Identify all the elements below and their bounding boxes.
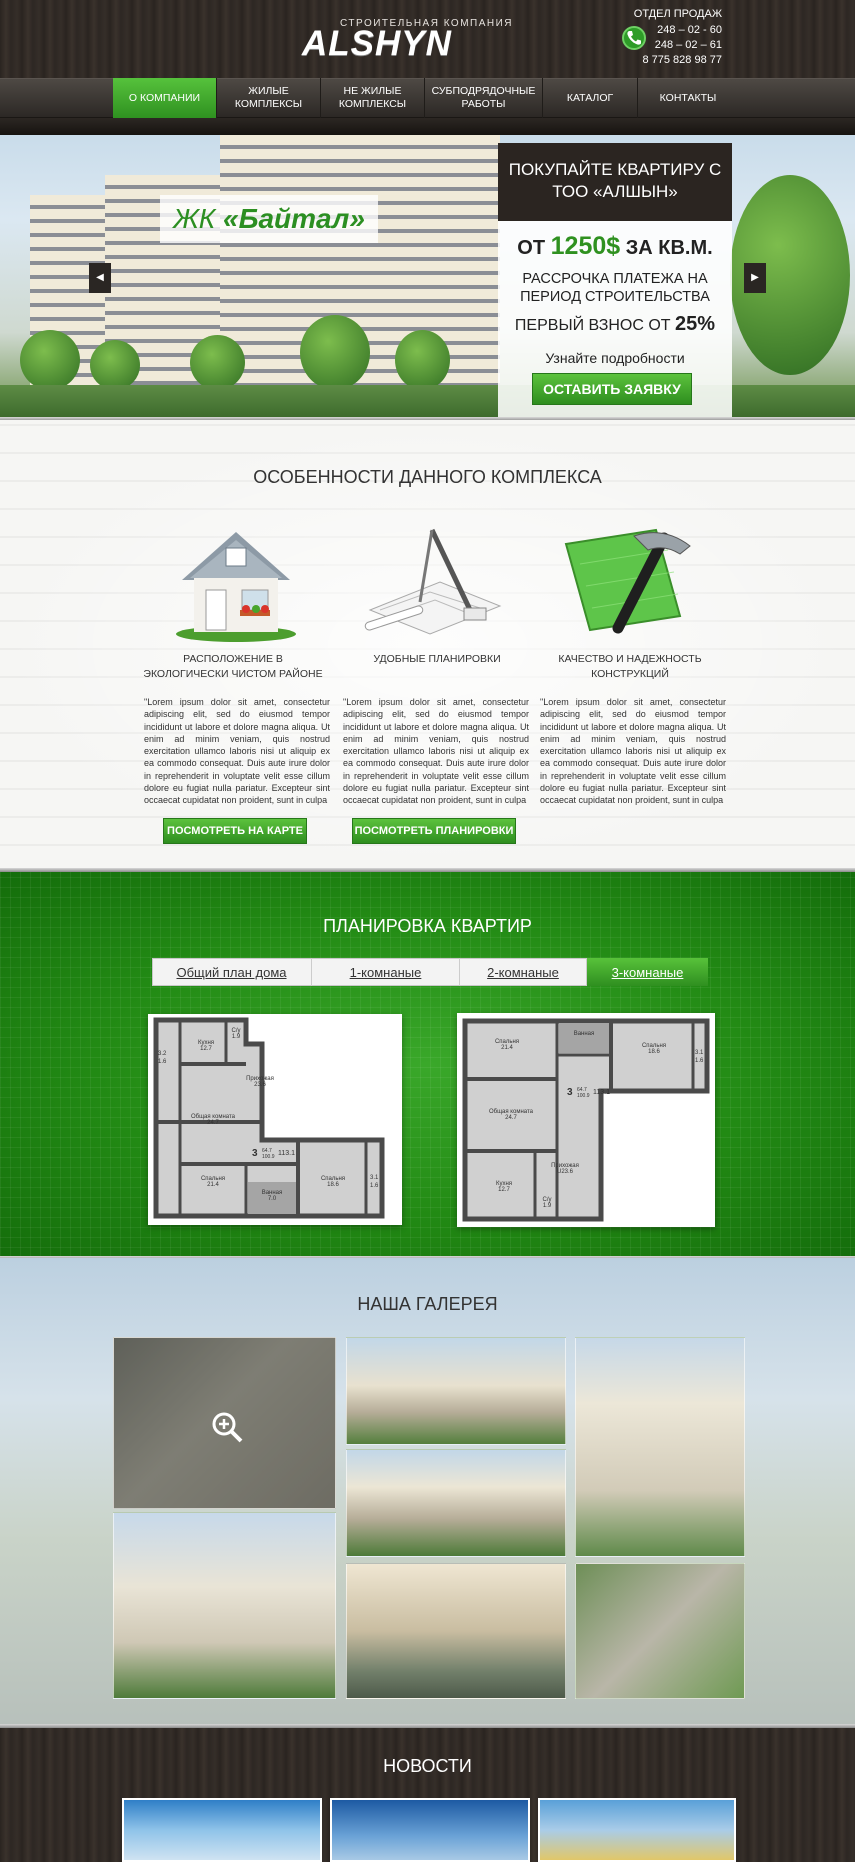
plan-right-room-bedroom-2: Спальня 18.6 bbox=[641, 1043, 667, 1055]
nav-item-non-residential[interactable]: НЕ ЖИЛЫЕ КОМПЛЕКСЫ bbox=[321, 78, 425, 118]
logo[interactable]: ALSHYN bbox=[302, 24, 452, 64]
gallery-thumb-1[interactable] bbox=[113, 1337, 336, 1509]
plans-title: ПЛАНИРОВКА КВАРТИР bbox=[323, 916, 532, 936]
promo-price-from: ОТ bbox=[517, 237, 546, 259]
plan-left-side-label-top: 3.2 1.6 bbox=[158, 1051, 167, 1065]
news-title: НОВОСТИ bbox=[383, 1756, 472, 1776]
plan-left-total: 113.1 bbox=[278, 1150, 295, 1157]
hero-tree bbox=[90, 340, 140, 390]
features-title: ОСОБЕННОСТИ ДАННОГО КОМПЛЕКСА bbox=[253, 467, 602, 487]
feature-text-layouts: "Lorem ipsum dolor sit amet, consectetur… bbox=[343, 697, 529, 806]
plan-left-side-label-right: 3.1 1.6 bbox=[370, 1175, 379, 1189]
plan-right-sub: 64.7 100.9 bbox=[577, 1087, 590, 1099]
gallery-thumb-2[interactable] bbox=[113, 1512, 336, 1699]
news-thumb-3[interactable] bbox=[538, 1798, 736, 1862]
nav-shadow bbox=[0, 118, 855, 135]
slider-prev-arrow-icon[interactable]: ◀ bbox=[89, 263, 111, 293]
house-icon bbox=[168, 520, 304, 644]
nav-item-about[interactable]: О КОМПАНИИ bbox=[113, 78, 217, 118]
nav-item-catalog[interactable]: КАТАЛОГ bbox=[543, 78, 638, 118]
hero-complex-title: ЖК «Байтал» bbox=[160, 195, 378, 243]
promo-heading: ПОКУПАЙТЕ КВАРТИРУ С ТОО «АЛШЫН» bbox=[498, 143, 732, 221]
feature-name-quality: КАЧЕСТВО И НАДЕЖНОСТЬ КОНСТРУКЦИЙ bbox=[558, 653, 702, 680]
gallery-thumb-3[interactable] bbox=[346, 1337, 566, 1445]
feature-text-location: "Lorem ipsum dolor sit amet, consectetur… bbox=[144, 697, 330, 806]
feature-name-location: РАСПОЛОЖЕНИЕ В ЭКОЛОГИЧЕСКИ ЧИСТОМ РАЙОН… bbox=[143, 653, 323, 680]
plan-right-room-hall: Прихожая U23.6 bbox=[551, 1163, 579, 1175]
nav-item-subcontract[interactable]: СУБПОДРЯДОЧНЫЕ РАБОТЫ bbox=[425, 78, 543, 118]
plan-left-room-hall: Прихожая 23.6 bbox=[246, 1076, 274, 1088]
plan-left-code: 3 bbox=[252, 1148, 258, 1159]
plan-right-side-label: 3.1 1.6 bbox=[695, 1050, 704, 1064]
promo-first-payment-label: ПЕРВЫЙ ВЗНОС ОТ bbox=[514, 317, 671, 334]
hero-tree bbox=[395, 330, 450, 390]
news-thumb-1[interactable] bbox=[122, 1798, 322, 1862]
hero-title-name: «Байтал» bbox=[223, 203, 365, 234]
plan-left-room-bedroom-1: Спальня 21.4 bbox=[200, 1176, 226, 1188]
plan-left-room-bedroom-2: Спальня 18.6 bbox=[320, 1176, 346, 1188]
feature-name-layouts: УДОБНЫЕ ПЛАНИРОВКИ bbox=[373, 653, 501, 665]
promo-price-value: 1250$ bbox=[550, 232, 621, 260]
plan-left-room-kitchen: Кухня 12.7 bbox=[197, 1040, 215, 1052]
plan-left-room-living: Общая комната 24.7 bbox=[191, 1114, 235, 1126]
hero-tree bbox=[20, 330, 80, 390]
promo-details: Узнайте подробности bbox=[545, 350, 685, 366]
view-layouts-button[interactable]: ПОСМОТРЕТЬ ПЛАНИРОВКИ bbox=[352, 818, 516, 844]
tab-1-room[interactable]: 1-комнаные bbox=[312, 958, 460, 986]
plan-left-room-bath: Ванная 7.0 bbox=[261, 1190, 283, 1202]
phone-number-1[interactable]: 248 – 02 - 60 bbox=[620, 24, 722, 36]
tab-2-room[interactable]: 2-комнаные bbox=[460, 958, 587, 986]
nav-item-contacts[interactable]: КОНТАКТЫ bbox=[638, 78, 738, 118]
news-thumb-2[interactable] bbox=[330, 1798, 530, 1862]
hero-title-prefix: ЖК bbox=[173, 203, 216, 234]
phone-number-3[interactable]: 8 775 828 98 77 bbox=[620, 54, 722, 66]
plan-left-sub: 64.7 100.9 bbox=[262, 1148, 275, 1160]
phone-number-2[interactable]: 248 – 02 – 61 bbox=[620, 39, 722, 51]
promo-first-payment: ПЕРВЫЙ ВЗНОС ОТ 25% bbox=[498, 313, 732, 336]
hero-tree bbox=[300, 315, 370, 390]
leave-request-button[interactable]: ОСТАВИТЬ ЗАЯВКУ bbox=[532, 373, 692, 405]
plan-right-room-bedroom-1: Спальня 21.4 bbox=[494, 1039, 520, 1051]
blueprint-icon bbox=[360, 522, 510, 642]
gallery-thumb-4[interactable] bbox=[346, 1449, 566, 1557]
promo-price-unit: ЗА КВ.М. bbox=[625, 237, 713, 259]
gallery-thumb-6[interactable] bbox=[575, 1337, 745, 1557]
gallery-thumb-5[interactable] bbox=[346, 1563, 566, 1699]
plan-right-room-wc: С/у 1.9 bbox=[542, 1197, 552, 1209]
gallery-title: НАША ГАЛЕРЕЯ bbox=[357, 1294, 498, 1314]
hammer-icon bbox=[560, 524, 694, 640]
gallery-thumb-7[interactable] bbox=[575, 1563, 745, 1699]
view-on-map-button[interactable]: ПОСМОТРЕТЬ НА КАРТЕ bbox=[163, 818, 307, 844]
plan-right-room-living: Общая комната 24.7 bbox=[489, 1109, 533, 1121]
sales-department-title: ОТДЕЛ ПРОДАЖ bbox=[633, 8, 722, 20]
zoom-icon bbox=[212, 1412, 243, 1443]
floor-plan-right[interactable]: Спальня 21.4 Ванная Спальня 18.6 Общая ком… bbox=[457, 1013, 715, 1227]
hero-tree bbox=[190, 335, 245, 390]
plan-right-total: 113.1 bbox=[593, 1089, 610, 1096]
floor-plan-left[interactable]: Кухня 12.7 С/у 1.9 Прихожая 23.6 Общая комн… bbox=[148, 1014, 402, 1225]
plan-right-code: 3 bbox=[567, 1087, 573, 1098]
promo-price: ОТ 1250$ ЗА КВ.М. bbox=[498, 232, 732, 261]
tab-3-room[interactable]: 3-комнаные bbox=[587, 958, 708, 986]
promo-installment: РАССРОЧКА ПЛАТЕЖА НА ПЕРИОД СТРОИТЕЛЬСТВ… bbox=[520, 271, 710, 305]
plan-left-room-wc: С/у 1.9 bbox=[231, 1028, 241, 1040]
plan-right-room-bath: Ванная bbox=[573, 1031, 595, 1037]
plan-right-room-kitchen: Кухня 12.7 bbox=[495, 1181, 513, 1193]
promo-first-payment-pct: 25% bbox=[675, 313, 716, 335]
tab-general-plan[interactable]: Общий план дома bbox=[152, 958, 312, 986]
feature-text-quality: "Lorem ipsum dolor sit amet, consectetur… bbox=[540, 697, 726, 806]
nav-item-residential[interactable]: ЖИЛЫЕ КОМПЛЕКСЫ bbox=[217, 78, 321, 118]
slider-next-arrow-icon[interactable]: ▶ bbox=[744, 263, 766, 293]
